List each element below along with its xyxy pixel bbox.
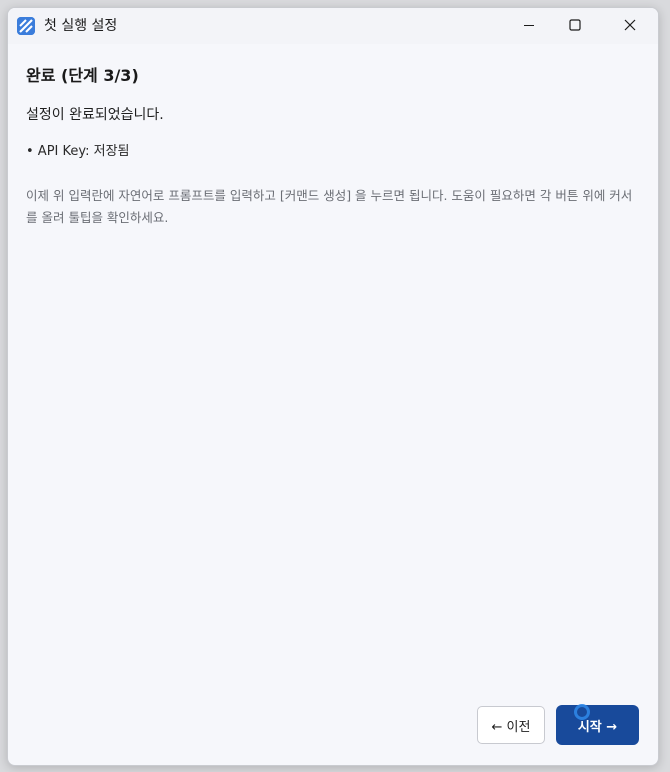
setup-window: 첫 실행 설정 완료 (단계 3/3) 설정이 완료되었습니다. • API K… xyxy=(7,7,659,766)
completion-message: 설정이 완료되었습니다. xyxy=(26,107,164,123)
maximize-icon xyxy=(569,19,581,31)
minimize-button[interactable] xyxy=(506,8,552,42)
minimize-icon xyxy=(524,25,534,26)
close-button[interactable] xyxy=(607,8,653,42)
wizard-content: 완료 (단계 3/3) 설정이 완료되었습니다. • API Key: 저장됨 … xyxy=(8,44,658,765)
close-icon xyxy=(624,19,636,31)
help-text: 이제 위 입력란에 자연어로 프롬프트를 입력하고 [커맨드 생성] 을 누르면… xyxy=(26,188,633,225)
start-button[interactable]: 시작 → xyxy=(556,705,639,745)
api-key-status: • API Key: 저장됨 xyxy=(26,144,130,159)
title-bar[interactable]: 첫 실행 설정 xyxy=(8,8,658,44)
app-logo-icon xyxy=(17,17,35,35)
window-title: 첫 실행 설정 xyxy=(44,18,118,34)
maximize-button[interactable] xyxy=(552,8,598,42)
step-heading: 완료 (단계 3/3) xyxy=(26,66,139,85)
previous-button[interactable]: ← 이전 xyxy=(477,706,545,744)
